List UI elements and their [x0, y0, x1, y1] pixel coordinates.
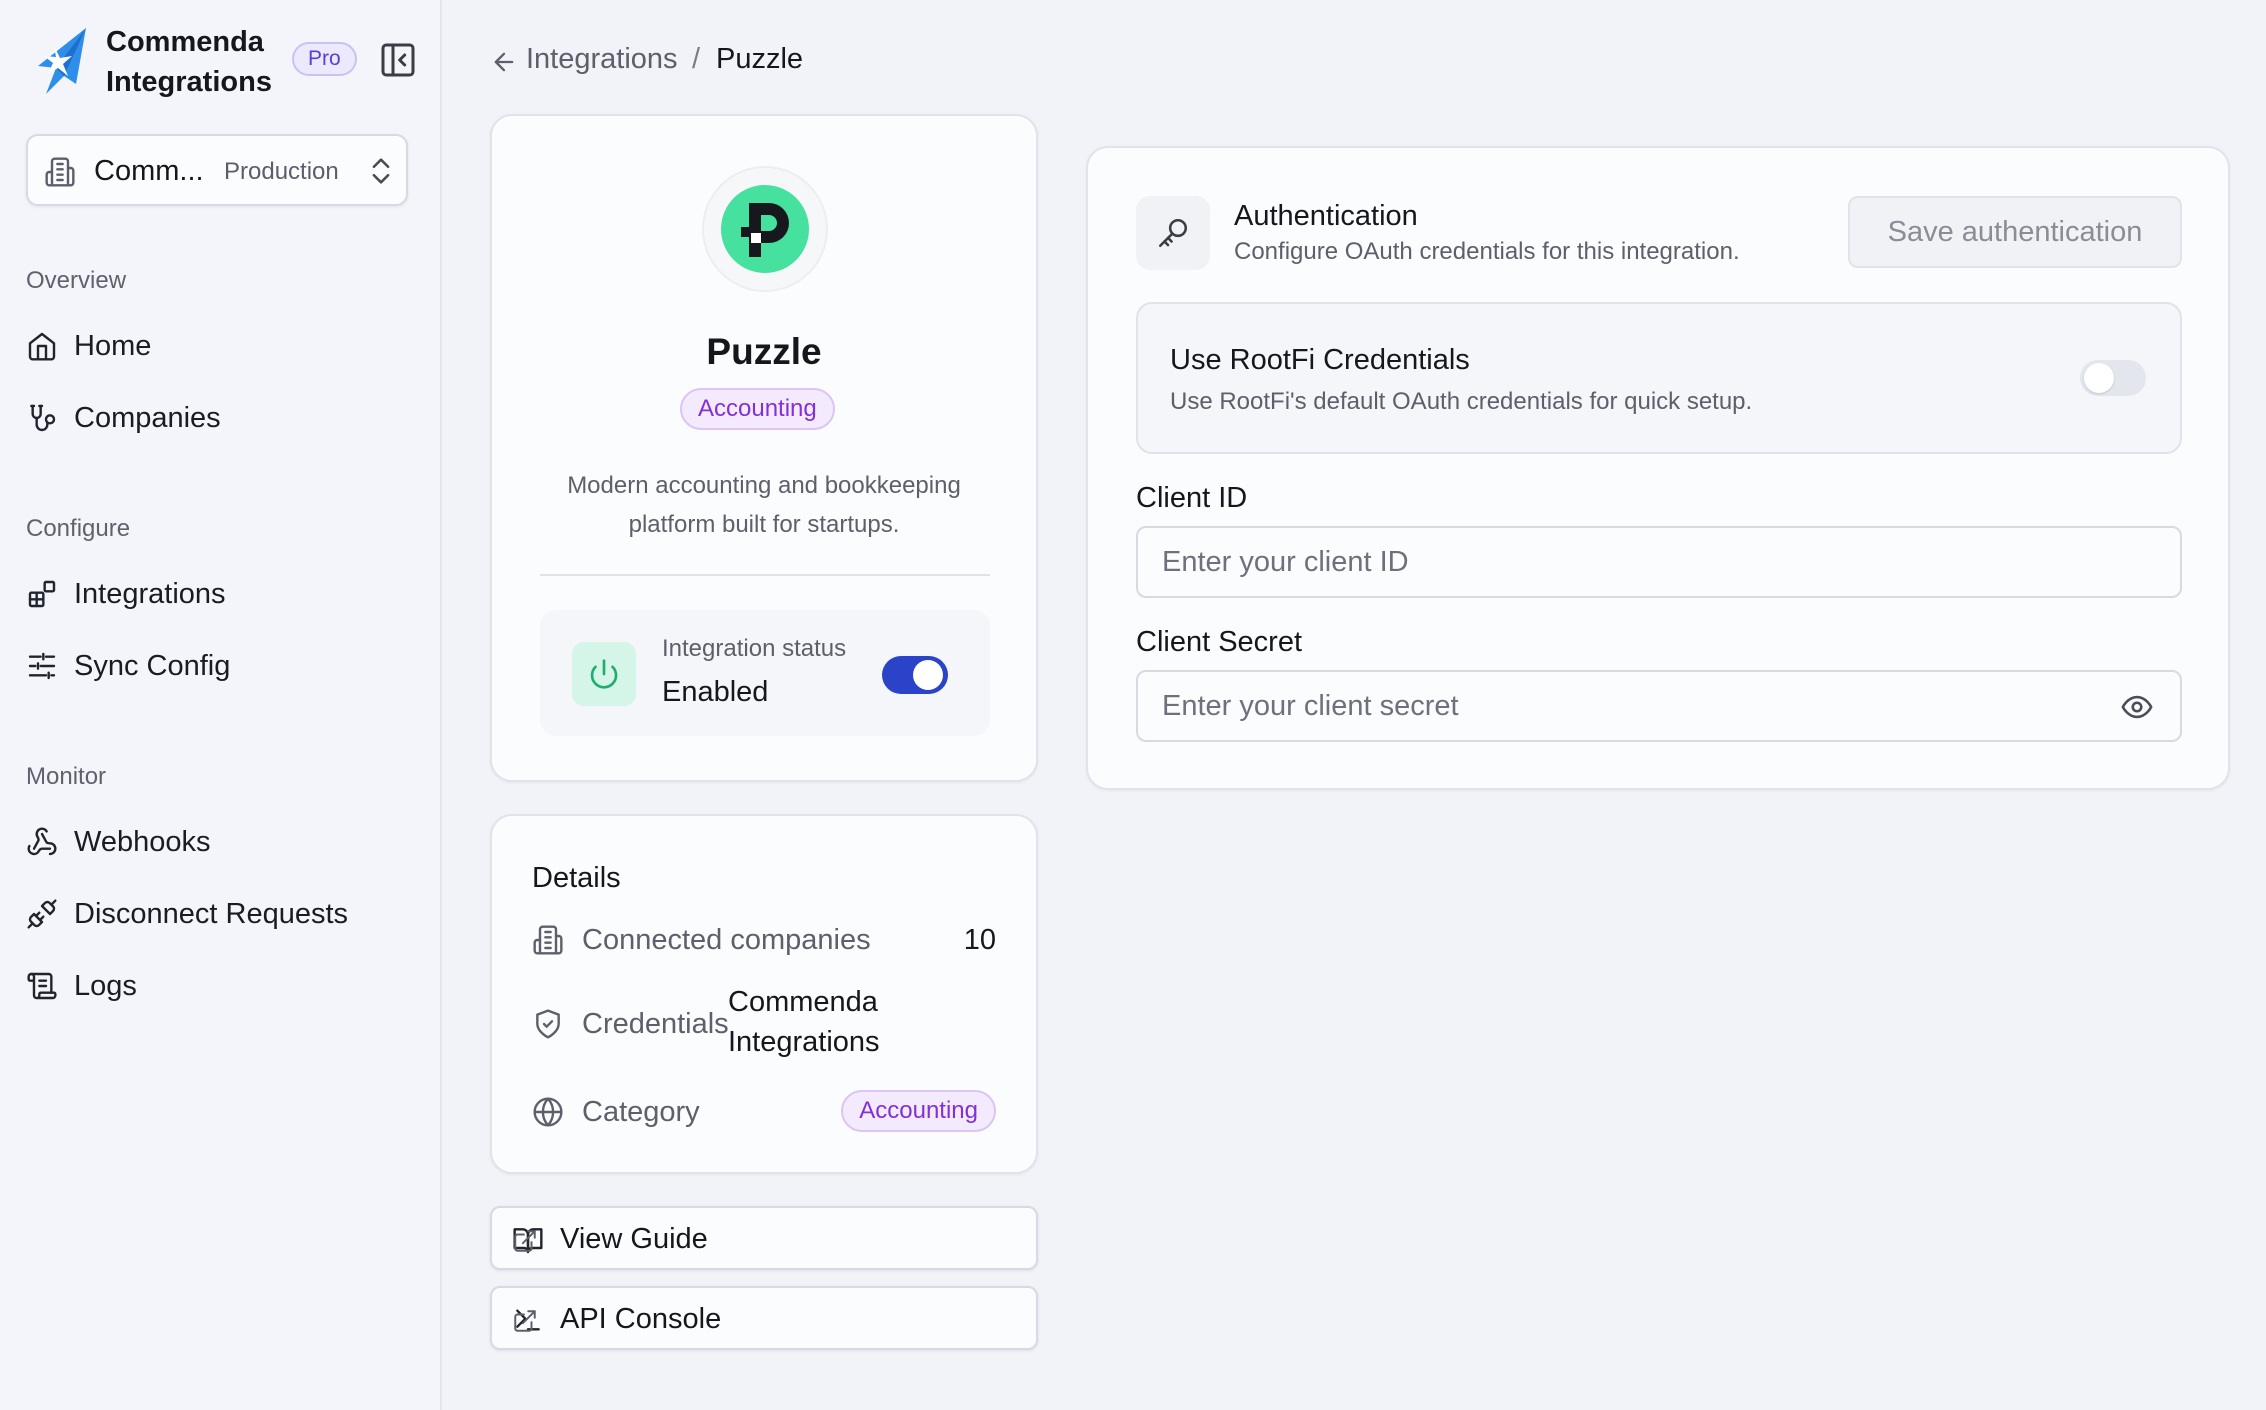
- sidebar-item-integrations[interactable]: Integrations: [18, 566, 422, 622]
- building-icon: [532, 924, 564, 956]
- detail-label-category: Category: [582, 1096, 700, 1128]
- brand-name: Commenda Integrations: [106, 26, 272, 98]
- view-guide-label: View Guide: [560, 1223, 708, 1255]
- rootfi-credentials-panel: Use RootFi Credentials Use RootFi's defa…: [1136, 302, 2182, 454]
- external-link-icon: [512, 1308, 538, 1334]
- sidebar-item-webhooks[interactable]: Webhooks: [18, 814, 422, 870]
- rootfi-credentials-subtitle: Use RootFi's default OAuth credentials f…: [1170, 388, 1753, 415]
- client-secret-input[interactable]: [1136, 670, 2182, 742]
- plan-badge: Pro: [292, 42, 357, 76]
- sidebar-item-label: Companies: [74, 402, 221, 434]
- rootfi-credentials-toggle[interactable]: [2080, 360, 2146, 396]
- external-link-icon: [512, 1228, 538, 1254]
- detail-label-connected-companies: Connected companies: [582, 924, 871, 956]
- integration-status-panel: Integration status Enabled: [540, 610, 990, 736]
- sidebar-item-label: Integrations: [74, 578, 226, 610]
- save-authentication-button[interactable]: Save authentication: [1848, 196, 2182, 268]
- sidebar-item-disconnect-requests[interactable]: Disconnect Requests: [18, 886, 422, 942]
- arrow-left-icon[interactable]: [490, 48, 518, 76]
- organization-selector[interactable]: Comm... Production: [26, 134, 408, 206]
- integration-name: Puzzle: [706, 331, 822, 372]
- details-card: Details Connected companies 10 Credentia…: [490, 814, 1038, 1174]
- building-icon: [44, 156, 76, 188]
- divider: [540, 574, 990, 576]
- api-console-label: API Console: [560, 1303, 722, 1335]
- sidebar-item-label: Webhooks: [74, 826, 211, 858]
- nav-section-configure: Configure: [26, 515, 131, 542]
- puzzle-logo-icon: [721, 185, 809, 273]
- breadcrumb-separator: /: [692, 43, 701, 75]
- webhook-icon: [26, 826, 58, 858]
- sliders-icon: [26, 650, 58, 682]
- globe-icon: [532, 1096, 564, 1128]
- rootfi-credentials-title: Use RootFi Credentials: [1170, 344, 1470, 376]
- category-badge: Accounting: [841, 1090, 996, 1132]
- scroll-icon: [26, 970, 58, 1002]
- integration-status-value: Enabled: [662, 676, 769, 708]
- sidebar-item-label: Home: [74, 330, 152, 362]
- client-id-label: Client ID: [1136, 482, 1248, 514]
- sidebar-item-label: Disconnect Requests: [74, 898, 349, 930]
- organization-name: Comm...: [94, 155, 204, 187]
- logo-icon: [32, 26, 90, 96]
- sidebar-collapse-icon[interactable]: [378, 40, 418, 80]
- integration-card: Puzzle Accounting Modern accounting and …: [490, 114, 1038, 782]
- toggle-knob: [2084, 363, 2114, 393]
- sidebar-item-label: Logs: [74, 970, 137, 1002]
- authentication-card: Authentication Configure OAuth credentia…: [1086, 146, 2230, 790]
- companies-icon: [26, 402, 58, 434]
- nav-section-overview: Overview: [26, 267, 127, 294]
- api-console-button[interactable]: API Console: [490, 1286, 1038, 1350]
- chevrons-up-down-icon: [364, 154, 398, 188]
- client-id-input[interactable]: [1136, 526, 2182, 598]
- client-secret-label: Client Secret: [1136, 626, 1303, 658]
- sidebar-item-sync-config[interactable]: Sync Config: [18, 638, 422, 694]
- environment-label: Production: [224, 158, 339, 185]
- integration-status-toggle[interactable]: [882, 656, 948, 694]
- integration-status-label: Integration status: [662, 635, 847, 662]
- integration-description: Modern accounting and bookkeeping platfo…: [567, 472, 961, 538]
- integration-logo: [702, 166, 828, 292]
- brand-header: Commenda Integrations Pro: [28, 22, 418, 102]
- category-badge: Accounting: [680, 388, 835, 430]
- sidebar-item-home[interactable]: Home: [18, 318, 422, 374]
- details-title: Details: [532, 862, 621, 894]
- nav-section-monitor: Monitor: [26, 763, 107, 790]
- home-icon: [26, 330, 58, 362]
- sidebar-item-companies[interactable]: Companies: [18, 390, 422, 446]
- integrations-icon: [26, 578, 58, 610]
- eye-icon[interactable]: [2120, 690, 2154, 724]
- breadcrumb-integrations-link[interactable]: Integrations: [526, 43, 678, 76]
- sidebar-item-label: Sync Config: [74, 650, 231, 682]
- authentication-subtitle: Configure OAuth credentials for this int…: [1234, 238, 1740, 265]
- detail-label-credentials: Credentials: [582, 1008, 729, 1040]
- authentication-title: Authentication: [1234, 200, 1418, 232]
- detail-value-connected-companies: 10: [963, 924, 996, 956]
- toggle-knob: [913, 660, 943, 690]
- view-guide-button[interactable]: View Guide: [490, 1206, 1038, 1270]
- unplug-icon: [26, 898, 58, 930]
- shield-check-icon: [532, 1008, 564, 1040]
- breadcrumb-current: Puzzle: [716, 43, 804, 75]
- sidebar-item-logs[interactable]: Logs: [18, 958, 422, 1014]
- key-icon: [1136, 196, 1210, 270]
- power-icon: [572, 642, 636, 706]
- detail-value-credentials: Commenda Integrations: [728, 986, 880, 1058]
- sidebar: Commenda Integrations Pro Comm... Produc…: [0, 0, 442, 1410]
